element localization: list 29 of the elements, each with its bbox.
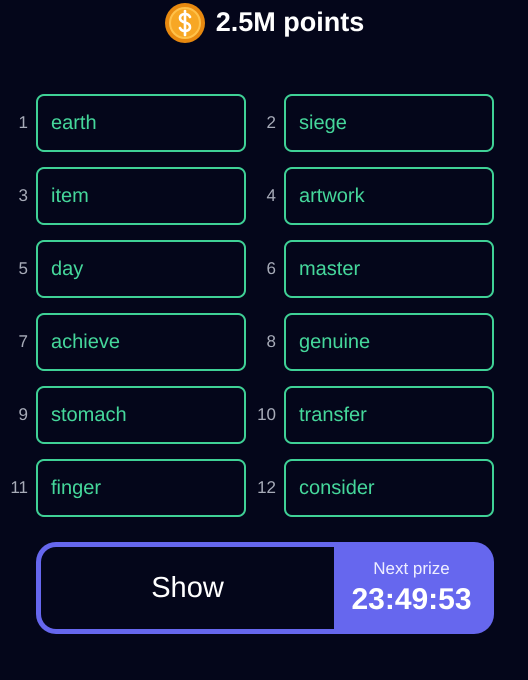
coin-icon (164, 2, 206, 44)
word-box: transfer (284, 386, 494, 444)
word-number: 12 (256, 478, 276, 498)
timer-label: Next prize (373, 559, 450, 579)
word-box: day (36, 240, 246, 298)
word-number: 7 (18, 332, 28, 352)
word-box: consider (284, 459, 494, 517)
word-number: 6 (266, 259, 276, 279)
word-box: siege (284, 94, 494, 152)
word-box: item (36, 167, 246, 225)
word-box: achieve (36, 313, 246, 371)
word-number: 3 (18, 186, 28, 206)
word-number: 4 (266, 186, 276, 206)
word-number: 11 (9, 478, 28, 498)
word-box: genuine (284, 313, 494, 371)
word-box: finger (36, 459, 246, 517)
word-number: 9 (18, 405, 28, 425)
word-number: 2 (266, 113, 276, 133)
countdown-timer: 23:49:53 (351, 583, 472, 617)
show-button[interactable]: Show (41, 547, 334, 629)
word-number: 1 (18, 113, 28, 133)
word-number: 5 (18, 259, 28, 279)
word-box: artwork (284, 167, 494, 225)
word-box: master (284, 240, 494, 298)
word-number: 10 (256, 405, 276, 425)
word-box: earth (36, 94, 246, 152)
word-box: stomach (36, 386, 246, 444)
points-total: 2.5M points (216, 7, 364, 38)
word-number: 8 (266, 332, 276, 352)
